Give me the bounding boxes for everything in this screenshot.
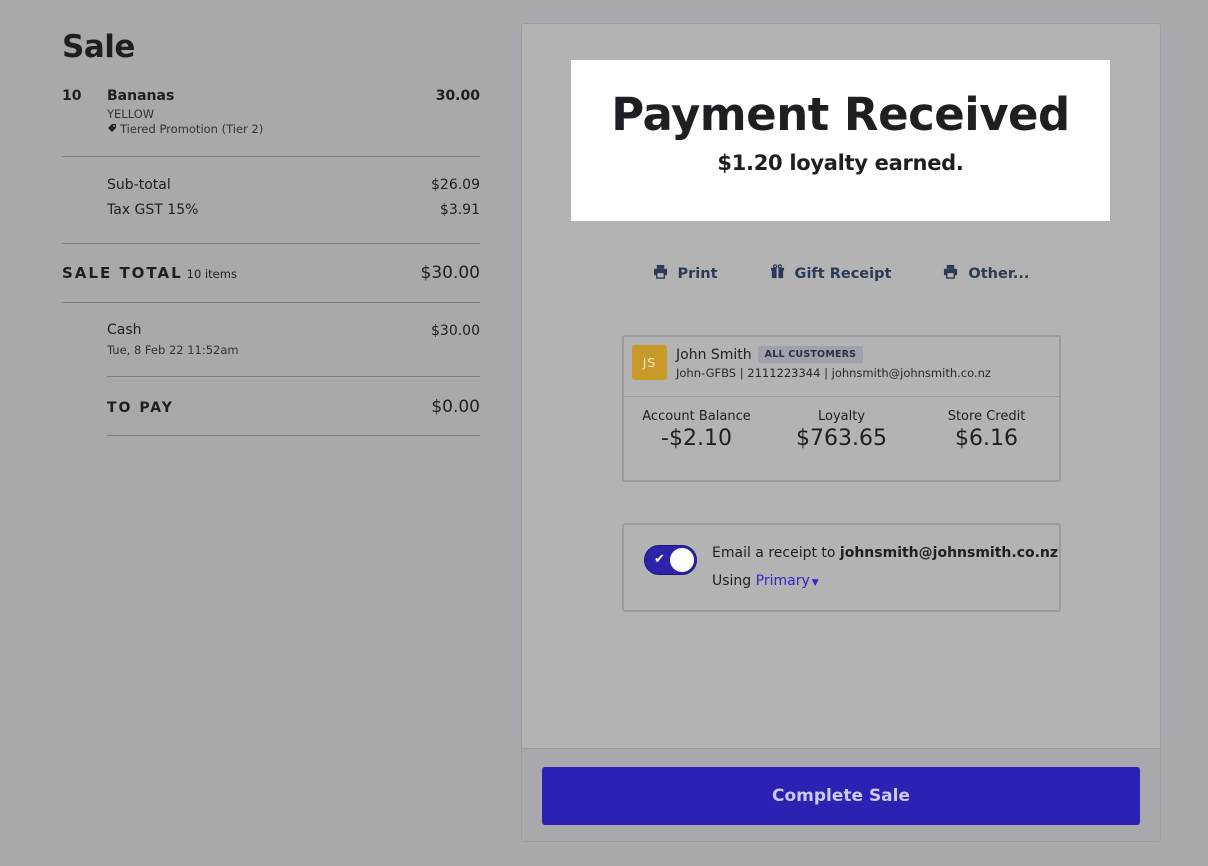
using-label: Using [712,573,752,589]
gift-receipt-label: Gift Receipt [794,265,892,282]
printer-icon [653,264,668,283]
customer-header: JS John Smith ALL CUSTOMERS John-GFBS | … [624,337,1059,397]
email-address: johnsmith@johnsmith.co.nz [839,545,1059,561]
payment-received-title: Payment Received [611,88,1070,141]
to-pay-value: $0.00 [431,397,480,417]
customer-group-badge: ALL CUSTOMERS [757,346,864,363]
caret-down-icon[interactable]: ▼ [812,578,819,588]
store-credit: Store Credit $6.16 [914,409,1059,451]
line-item-name: Bananas [107,88,175,104]
email-prefix: Email a receipt to [712,545,836,561]
account-balance-label: Account Balance [642,409,751,424]
subtotal-value: $26.09 [431,177,480,193]
to-pay-label: TO PAY [107,400,174,416]
sale-total-row: SALE TOTAL 10 items $30.00 [62,244,480,302]
item-count: 10 items [186,267,237,281]
check-icon: ✔ [654,552,665,567]
sale-title: Sale [62,29,135,65]
customer-stats: Account Balance -$2.10 Loyalty $763.65 S… [624,397,1059,451]
tag-icon [107,123,117,136]
email-receipt-text: Email a receipt to johnsmith@johnsmith.c… [712,545,1058,561]
loyalty-value: $763.65 [796,426,887,451]
printer-icon [943,264,958,283]
tax-label: Tax GST 15% [107,202,199,218]
tax-row: Tax GST 15% $3.91 [107,200,480,225]
payment-row[interactable]: Cash Tue, 8 Feb 22 11:52am $30.00 [62,303,480,376]
customer-card[interactable]: JS John Smith ALL CUSTOMERS John-GFBS | … [622,335,1061,482]
email-receipt-toggle[interactable]: ✔ [644,545,697,575]
print-button[interactable]: Print [653,264,718,283]
gift-receipt-button[interactable]: Gift Receipt [770,264,892,283]
store-credit-value: $6.16 [955,426,1018,451]
line-item[interactable]: 10 Bananas YELLOW Tiered Promotion (Tier… [62,88,480,156]
payment-method: Cash [107,322,142,338]
totals: Sub-total $26.09 Tax GST 15% $3.91 [62,157,480,243]
line-item-qty: 10 [62,88,82,104]
template-dropdown[interactable]: Primary [756,573,810,589]
store-credit-label: Store Credit [947,409,1026,424]
sale-summary: Sale 10 Bananas YELLOW Tiered Promotion … [62,28,480,436]
email-receipt-card: ✔ Email a receipt to johnsmith@johnsmith… [622,523,1061,612]
complete-sale-button[interactable]: Complete Sale [542,767,1140,825]
gift-icon [770,264,785,283]
toggle-knob [670,548,694,572]
email-template-row: Using Primary ▼ [712,573,819,589]
customer-name-row: John Smith ALL CUSTOMERS [676,346,864,363]
sale-total-value: $30.00 [420,263,480,283]
divider [107,435,480,436]
subtotal-row: Sub-total $26.09 [107,175,480,200]
payment-panel: Payment Received $1.20 loyalty earned. P… [521,23,1161,842]
loyalty: Loyalty $763.65 [769,409,914,451]
footer: Complete Sale [522,748,1160,841]
account-balance: Account Balance -$2.10 [624,409,769,451]
account-balance-value: -$2.10 [661,426,732,451]
sale-total-label: SALE TOTAL 10 items [62,264,237,282]
avatar: JS [632,345,667,380]
payment-received-banner: Payment Received $1.20 loyalty earned. [571,60,1110,221]
loyalty-earned: $1.20 loyalty earned. [717,151,964,175]
line-item-price: 30.00 [435,88,480,104]
other-print-button[interactable]: Other... [943,264,1029,283]
receipt-actions: Print Gift Receipt Other... [522,264,1160,283]
subtotal-label: Sub-total [107,177,171,193]
promotion-label: Tiered Promotion (Tier 2) [120,122,264,136]
to-pay-row: TO PAY $0.00 [62,377,480,435]
loyalty-label: Loyalty [817,409,866,424]
payment-date: Tue, 8 Feb 22 11:52am [107,343,239,357]
line-item-promotion: Tiered Promotion (Tier 2) [107,122,263,136]
print-label: Print [677,265,718,282]
tax-value: $3.91 [439,202,480,218]
customer-details: John-GFBS | 2111223344 | johnsmith@johns… [676,366,991,380]
customer-name: John Smith [676,346,752,363]
payment-value: $30.00 [431,323,480,339]
line-item-variant: YELLOW [107,107,155,121]
other-label: Other... [968,265,1030,282]
